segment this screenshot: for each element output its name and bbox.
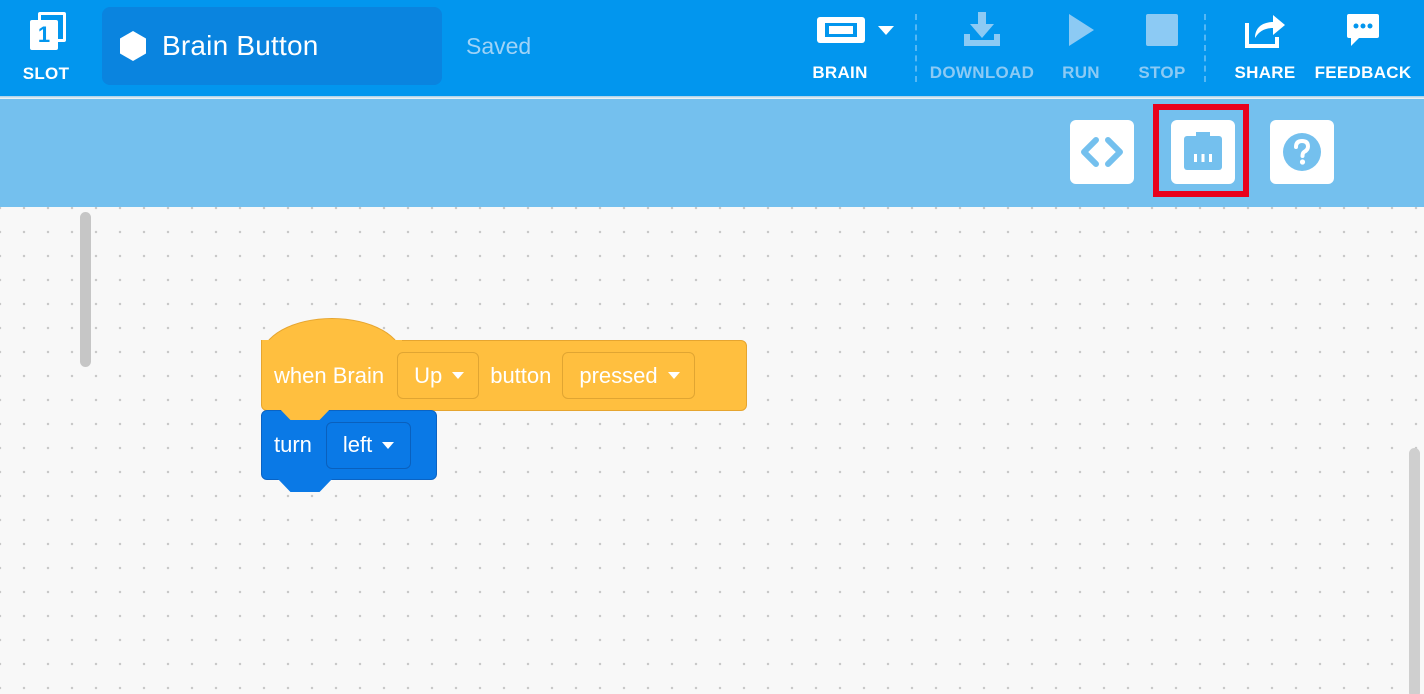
direction-dropdown[interactable]: left: [325, 421, 412, 469]
feedback-button[interactable]: FEEDBACK: [1314, 8, 1412, 88]
chevron-down-icon: [878, 26, 894, 35]
block-text-when-brain: when Brain: [274, 362, 385, 388]
save-status: Saved: [466, 33, 532, 59]
top-bar: 1 SLOT Brain Button Saved BRAIN DOWNLOAD…: [0, 0, 1424, 96]
when-brain-button-block[interactable]: when Brain Up button pressed: [261, 340, 747, 411]
help-button[interactable]: [1270, 120, 1334, 184]
caret-down-icon: [452, 372, 465, 379]
workspace-scrollbar-right[interactable]: [1409, 448, 1420, 694]
app-window: 1 SLOT Brain Button Saved BRAIN DOWNLOAD…: [0, 0, 1424, 694]
slot-icon: 1: [22, 10, 70, 58]
event-block-join: [262, 340, 402, 344]
action-dropdown[interactable]: pressed: [562, 352, 695, 399]
stop-icon: [1146, 14, 1178, 46]
download-label: DOWNLOAD: [929, 63, 1035, 82]
slot-label: SLOT: [22, 64, 70, 83]
block-text-button: button: [490, 362, 552, 388]
caret-down-icon: [667, 372, 680, 379]
download-button[interactable]: DOWNLOAD: [926, 8, 1038, 88]
share-button[interactable]: SHARE: [1230, 8, 1300, 88]
share-icon: [1245, 15, 1285, 48]
feedback-icon: [1347, 14, 1379, 46]
play-icon: [1069, 14, 1094, 46]
slot-number: 1: [30, 20, 58, 50]
workspace-scrollbar-left[interactable]: [80, 212, 91, 367]
code-view-icon: [1081, 137, 1123, 167]
device-label: BRAIN: [812, 63, 868, 82]
device-info-button[interactable]: [1171, 120, 1235, 184]
code-view-button[interactable]: [1070, 120, 1134, 184]
block-text-turn: turn: [274, 432, 312, 457]
hexagon-icon: [120, 31, 146, 61]
share-label: SHARE: [1234, 63, 1296, 82]
block-workspace[interactable]: [0, 207, 1424, 694]
stop-label: STOP: [1138, 63, 1186, 82]
direction-dropdown-value: left: [342, 432, 373, 457]
toolbar-separator: [915, 14, 917, 82]
run-button[interactable]: RUN: [1056, 8, 1106, 88]
device-selector-button[interactable]: BRAIN: [806, 8, 904, 88]
project-name-field[interactable]: Brain Button: [102, 7, 442, 85]
slot-button[interactable]: 1 SLOT: [12, 8, 80, 88]
project-name: Brain Button: [162, 30, 319, 61]
device-info-icon: [1184, 132, 1222, 170]
feedback-label: FEEDBACK: [1314, 63, 1412, 82]
turn-block[interactable]: turn left: [261, 410, 437, 480]
stop-button[interactable]: STOP: [1134, 8, 1190, 88]
button-dropdown-value: Up: [414, 362, 443, 388]
button-dropdown[interactable]: Up: [397, 352, 480, 399]
caret-down-icon: [382, 441, 395, 449]
secondary-toolbar: [0, 99, 1424, 207]
action-dropdown-value: pressed: [579, 362, 658, 388]
run-label: RUN: [1062, 63, 1100, 82]
toolbar-separator: [1204, 14, 1206, 82]
help-icon: [1283, 133, 1321, 171]
brain-device-icon: [817, 17, 865, 43]
download-icon: [964, 12, 1000, 46]
